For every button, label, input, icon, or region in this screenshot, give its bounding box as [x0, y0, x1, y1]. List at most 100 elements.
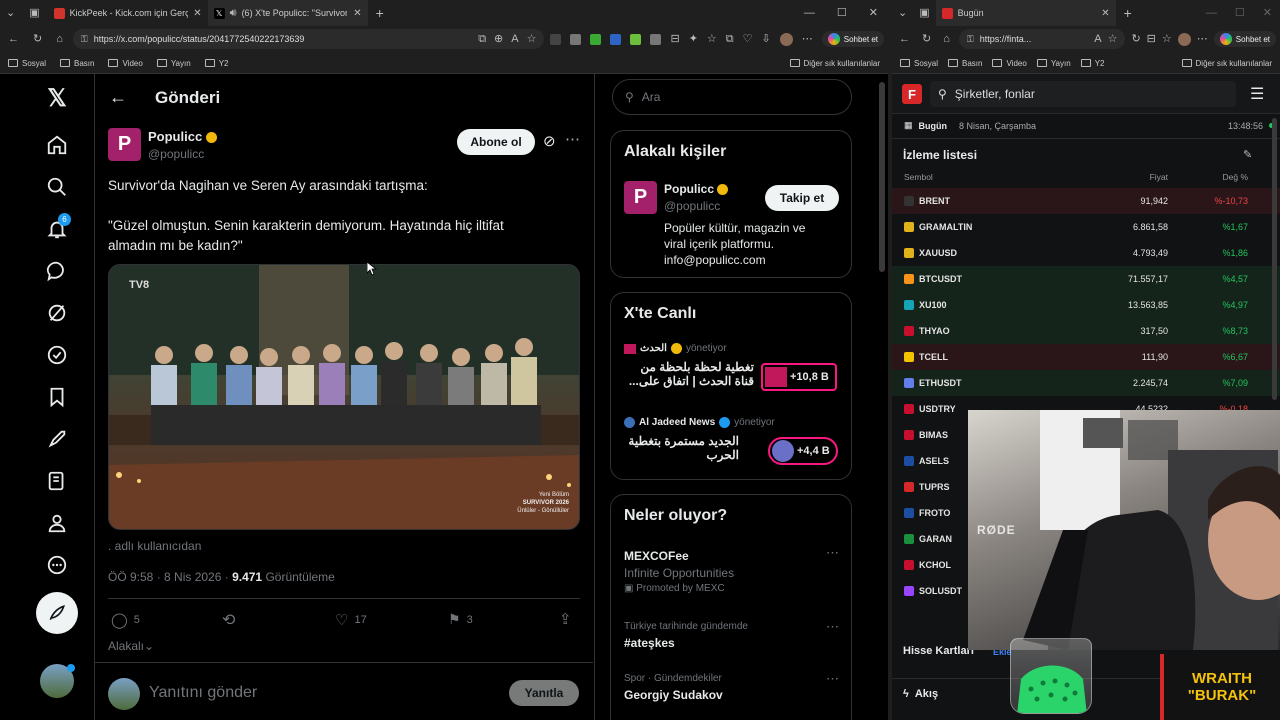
search-box[interactable]: ⚲ Ara	[612, 79, 852, 115]
grok-icon[interactable]	[44, 300, 70, 326]
reply-submit-button[interactable]: Yanıtla	[509, 680, 579, 706]
copilot-chat-button[interactable]: Sohbet et	[821, 31, 884, 47]
grok-explain-icon[interactable]: ⊘	[543, 132, 556, 150]
tab-menu-chevron-icon[interactable]: ⌄	[892, 7, 913, 19]
tab-kickpeek[interactable]: KickPeek - Kick.com için Gerçek Za ✕	[48, 0, 208, 26]
trend-item[interactable]: Spor · Gündemdekiler Georgiy Sudakov ⋯	[624, 671, 839, 702]
favorites-icon[interactable]: ☆	[1162, 33, 1172, 45]
watchlist-row[interactable]: TCELL 111,90 %6,67	[892, 344, 1280, 370]
col-header-symbol[interactable]: Sembol	[904, 172, 933, 182]
bookmark-folder[interactable]: Video	[108, 59, 143, 68]
author-avatar[interactable]: P	[108, 128, 141, 161]
split-screen-icon[interactable]: ⊟	[670, 33, 679, 45]
fin-search-box[interactable]: ⚲ Şirketler, fonlar	[930, 81, 1236, 107]
watchlist-row[interactable]: ETHUSDT 2.245,74 %7,09	[892, 370, 1280, 396]
share-icon[interactable]: ⇪	[559, 610, 572, 628]
close-tab-icon[interactable]: ✕	[353, 8, 361, 19]
profile-avatar[interactable]	[779, 32, 793, 46]
workspaces-icon[interactable]: ▣	[21, 7, 47, 19]
more-options-icon[interactable]	[44, 552, 70, 578]
other-bookmarks[interactable]: Diğer sık kullanılanlar	[1181, 59, 1272, 68]
split-screen-icon[interactable]: ⊟	[1147, 33, 1156, 45]
trend-item-promoted[interactable]: MEXCOFee Infinite Opportunities ▣ Promot…	[624, 545, 839, 594]
close-tab-icon[interactable]: ✕	[1101, 8, 1109, 19]
extension-icon[interactable]	[590, 33, 602, 45]
back-icon[interactable]: ←	[896, 33, 913, 45]
reload-icon[interactable]: ↻	[29, 33, 46, 45]
back-arrow-icon[interactable]: ←	[109, 87, 127, 108]
post-date[interactable]: 8 Nis 2026	[164, 570, 221, 584]
col-header-change[interactable]: Değ %	[1222, 172, 1248, 182]
hamburger-menu-icon[interactable]: ☰	[1250, 84, 1264, 104]
extension-icon[interactable]	[570, 33, 582, 45]
notifications-bell-icon[interactable]: 6	[44, 213, 71, 242]
watchlist-row[interactable]: GRAMALTIN 6.861,58 %1,67	[892, 214, 1280, 240]
minimize-icon[interactable]: —	[1206, 7, 1217, 19]
extensions-icon[interactable]: ✦	[689, 33, 698, 45]
fintables-logo[interactable]: F	[902, 84, 922, 104]
watchlist-row[interactable]: BRENT 91,942 %-10,73	[892, 188, 1280, 214]
related-name-row[interactable]: Populicc	[664, 182, 729, 196]
site-info-icon[interactable]: ⚿	[81, 34, 88, 44]
site-info-icon[interactable]: ⚿	[967, 34, 974, 44]
bookmark-folder[interactable]: Sosyal	[8, 59, 46, 68]
sort-relevant-dropdown[interactable]: Alakalı⌄	[108, 639, 154, 653]
reply-action[interactable]: ◯ 5	[111, 611, 140, 629]
maximize-icon[interactable]: ☐	[837, 7, 847, 19]
x-logo-icon[interactable]: 𝕏	[44, 85, 70, 112]
profile-avatar[interactable]	[1177, 32, 1191, 46]
page-scrollbar[interactable]	[879, 82, 885, 272]
author-handle[interactable]: @populicc	[148, 147, 204, 161]
audio-icon[interactable]: 🔊︎	[230, 7, 237, 19]
reload-icon[interactable]: ↻	[919, 33, 934, 45]
author-name-row[interactable]: Populicc	[148, 129, 217, 144]
favorites-icon[interactable]: ☆	[707, 33, 717, 45]
close-window-icon[interactable]: ✕	[1263, 7, 1272, 19]
back-icon[interactable]: ←	[4, 33, 23, 45]
related-avatar[interactable]: P	[624, 181, 657, 214]
follow-button[interactable]: Takip et	[765, 185, 839, 211]
subscribe-button[interactable]: Abone ol	[457, 129, 535, 155]
trend-more-icon[interactable]: ⋯	[826, 619, 839, 635]
more-icon[interactable]: ⋯	[565, 130, 580, 148]
copilot-chat-button[interactable]: Sohbet et	[1213, 31, 1276, 47]
watchlist-row[interactable]: BTCUSDT 71.557,17 %4,57	[892, 266, 1280, 292]
bookmark-folder[interactable]: Y2	[204, 59, 228, 68]
more-menu-icon[interactable]: ⋯	[802, 33, 813, 45]
trend-item[interactable]: Türkiye tarihinde gündemde #ateşkes ⋯	[624, 619, 839, 650]
read-aloud-icon[interactable]: A	[1094, 33, 1101, 45]
account-avatar[interactable]	[40, 664, 75, 698]
install-app-icon[interactable]: ⧉	[478, 33, 486, 45]
bookmark-folder[interactable]: Sosyal	[900, 59, 938, 68]
workspaces-icon[interactable]: ▣	[913, 7, 935, 19]
more-menu-icon[interactable]: ⋯	[1197, 33, 1208, 45]
bookmark-action[interactable]: ⚑ 3	[448, 611, 473, 628]
extension-icon[interactable]	[610, 33, 622, 45]
flow-section[interactable]: ϟ Akış	[903, 688, 938, 700]
bookmark-folder[interactable]: Video	[992, 59, 1027, 68]
read-aloud-icon[interactable]: A	[511, 33, 518, 45]
close-tab-icon[interactable]: ✕	[193, 8, 201, 19]
extension-icon[interactable]	[650, 33, 662, 45]
favorite-star-icon[interactable]: ☆	[527, 33, 537, 45]
zoom-icon[interactable]: ⊕	[494, 33, 503, 45]
extension-icon[interactable]	[630, 33, 642, 45]
minimize-icon[interactable]: —	[804, 7, 815, 19]
bookmark-folder[interactable]: Yayın	[156, 59, 191, 68]
rocket-icon[interactable]	[44, 426, 70, 452]
edit-pencil-icon[interactable]: ✎	[1243, 148, 1252, 161]
trend-more-icon[interactable]: ⋯	[826, 545, 839, 561]
col-header-price[interactable]: Fiyat	[1150, 172, 1168, 182]
close-window-icon[interactable]: ✕	[869, 7, 878, 19]
watchlist-row[interactable]: XAUUSD 4.793,49 %1,86	[892, 240, 1280, 266]
watchlist-row[interactable]: XU100 13.563,85 %4,97	[892, 292, 1280, 318]
tweet-video[interactable]: TV8 Yeni Bölüm SURVIVOR 2026 Ünlüler - G…	[108, 264, 580, 530]
bookmark-folder[interactable]: Yayın	[1036, 59, 1071, 68]
live-space-item[interactable]: Al Jadeed News yönetiyor الجديد مستمرة بت…	[624, 417, 839, 473]
new-tab-icon[interactable]: +	[368, 6, 392, 20]
home-icon[interactable]	[44, 132, 70, 158]
refresh-extension-icon[interactable]: ↻	[1131, 33, 1140, 45]
video-source-note[interactable]: . adlı kullanıcıdan	[108, 539, 201, 553]
messages-icon[interactable]	[44, 258, 70, 284]
bio-email[interactable]: info@populicc.com	[664, 252, 805, 268]
